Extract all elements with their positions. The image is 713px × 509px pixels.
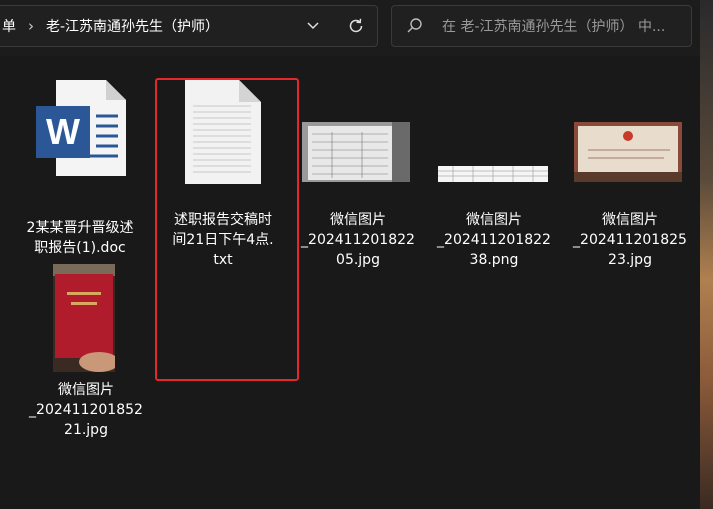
address-history-dropdown-button[interactable]	[296, 6, 330, 46]
image-thumbnail	[53, 264, 115, 372]
breadcrumb-chevron-icon[interactable]: ›	[28, 17, 34, 35]
file-view: W 2某某晋升晋级述 职报告(1).doc 述职报告交稿时 间21日下午4点. …	[0, 56, 700, 509]
file-name-line: 微信图片	[466, 212, 522, 228]
refresh-button[interactable]	[336, 6, 376, 46]
file-name-line: 职报告(1).doc	[34, 240, 126, 256]
file-item-image-1[interactable]: 微信图片 _202411201822 05.jpg	[294, 74, 422, 274]
file-name-line: _202411201822	[301, 232, 415, 248]
word-doc-icon: W	[36, 80, 126, 176]
file-item-image-2[interactable]: 微信图片 _202411201822 38.png	[430, 74, 558, 274]
file-name-line: 23.jpg	[608, 252, 652, 268]
file-item-image-3[interactable]: 微信图片 _202411201825 23.jpg	[566, 74, 694, 274]
svg-text:W: W	[46, 111, 80, 152]
file-name-line: 21.jpg	[64, 422, 108, 438]
selection-highlight-box	[155, 78, 299, 381]
file-item-image-4[interactable]: 微信图片 _202411201852 21.jpg	[22, 262, 150, 462]
search-icon	[407, 18, 422, 33]
file-name-line: 微信图片	[330, 212, 386, 228]
file-name-line: 微信图片	[602, 212, 658, 228]
file-name-line: _202411201825	[573, 232, 687, 248]
search-input[interactable]: 在 老-江苏南通孙先生（护师） 中...	[442, 16, 665, 36]
address-bar[interactable]: 单 › 老-江苏南通孙先生（护师）	[0, 5, 378, 47]
image-thumbnail	[574, 122, 682, 182]
chevron-down-icon	[307, 22, 319, 30]
file-name-line: 2某某晋升晋级述	[26, 220, 134, 236]
breadcrumb-item-parent[interactable]: 单	[2, 16, 16, 36]
background-wallpaper-edge	[700, 0, 713, 509]
breadcrumb-item-current[interactable]: 老-江苏南通孙先生（护师）	[46, 16, 219, 36]
file-name-line: 38.png	[469, 252, 519, 268]
navigation-bar: 单 › 老-江苏南通孙先生（护师） 在 老-江苏南通孙先生（护师） 中...	[0, 0, 713, 56]
file-name-line: 05.jpg	[336, 252, 380, 268]
file-item-doc[interactable]: W 2某某晋升晋级述 职报告(1).doc	[16, 74, 144, 256]
file-name-line: _202411201852	[29, 402, 143, 418]
image-thumbnail	[438, 166, 548, 182]
file-name-line: _202411201822	[437, 232, 551, 248]
image-thumbnail	[302, 122, 410, 182]
refresh-icon	[349, 18, 363, 33]
file-name-line: 微信图片	[58, 382, 114, 398]
search-box[interactable]: 在 老-江苏南通孙先生（护师） 中...	[391, 5, 692, 47]
